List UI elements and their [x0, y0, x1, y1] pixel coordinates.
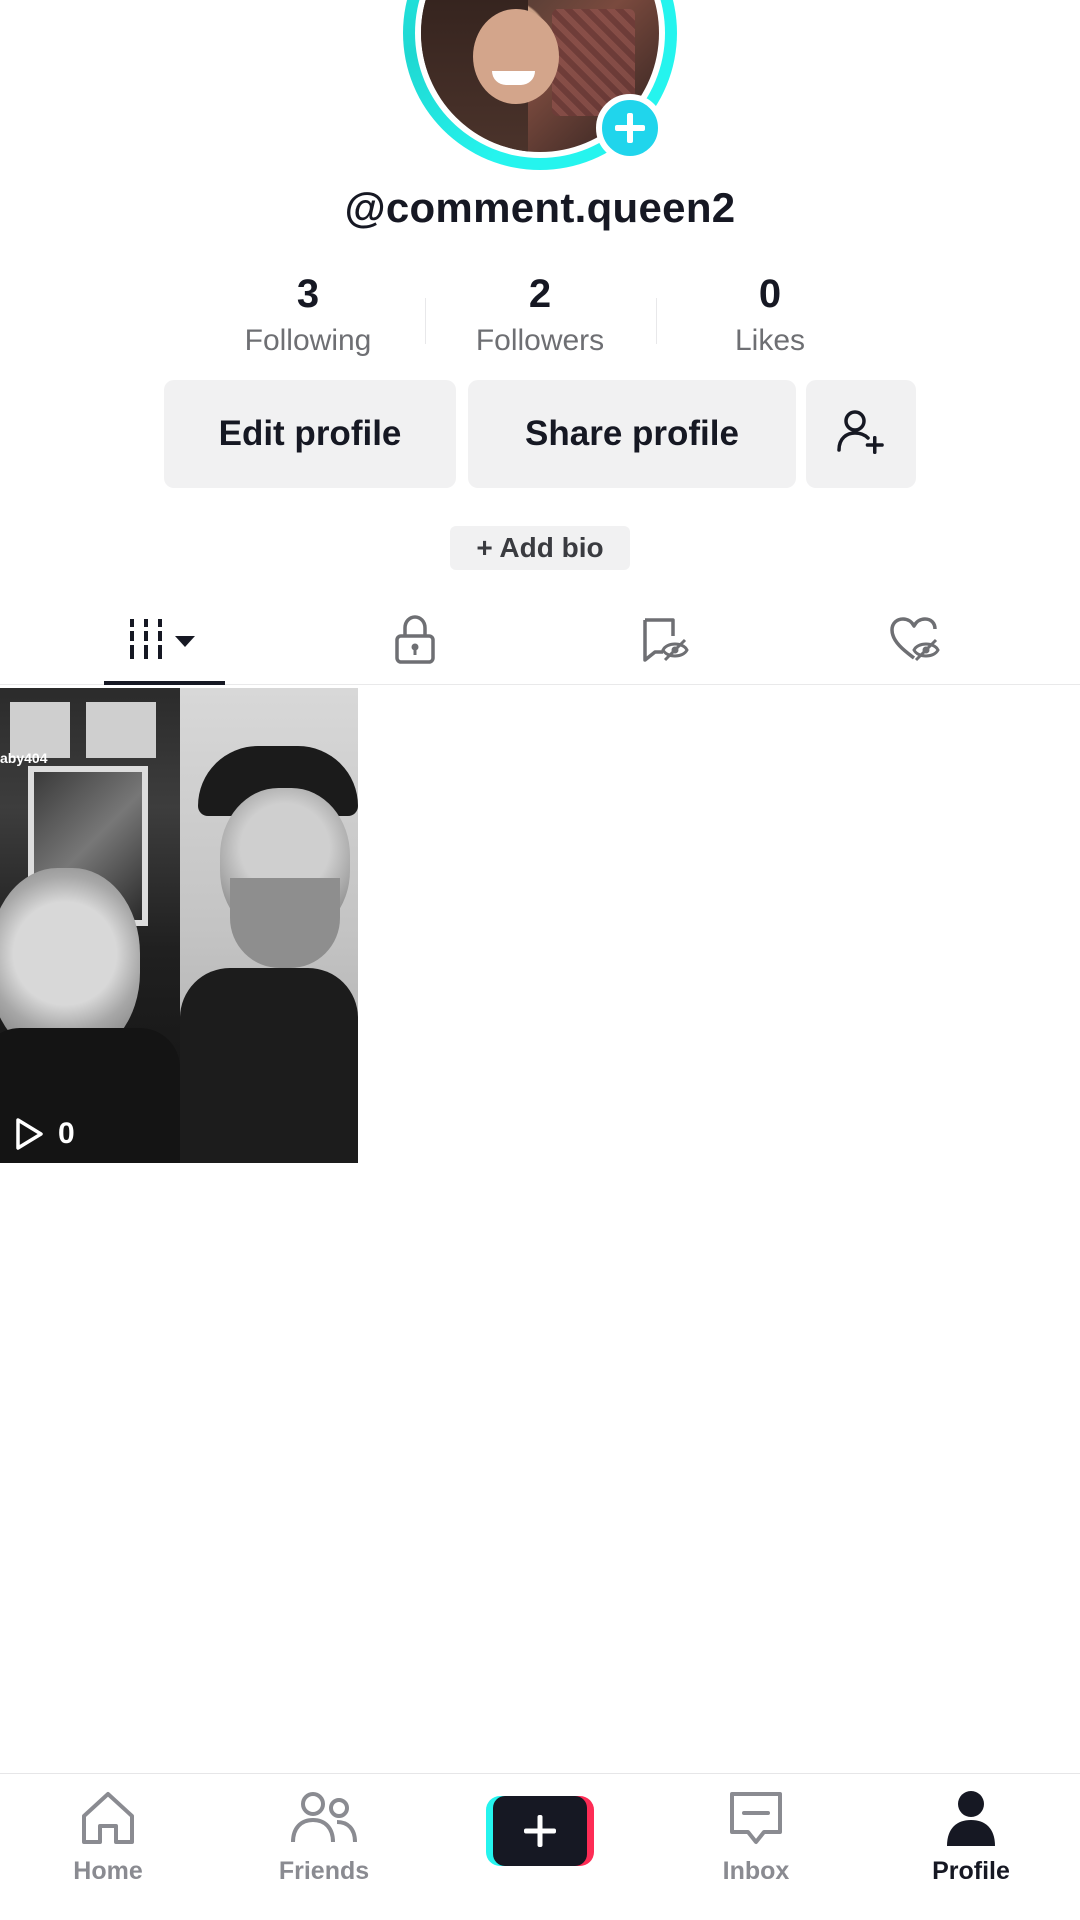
tab-private[interactable]: [290, 595, 540, 685]
stat-label: Followers: [475, 324, 605, 357]
nav-label: Inbox: [722, 1857, 790, 1885]
add-friends-button[interactable]: [806, 380, 916, 488]
nav-label: Profile: [932, 1857, 1010, 1885]
stat-likes[interactable]: 0 Likes: [660, 270, 880, 358]
stat-divider: [656, 298, 657, 344]
edit-profile-button[interactable]: Edit profile: [164, 380, 456, 488]
profile-username[interactable]: @comment.queen2: [0, 184, 1080, 232]
video-thumbnail[interactable]: aby404 0: [0, 688, 358, 1163]
tab-liked[interactable]: [790, 595, 1040, 685]
nav-label: Home: [73, 1857, 143, 1885]
hidden-heart-icon: [890, 617, 940, 662]
view-count: 0: [58, 1117, 75, 1150]
grid-icon: [130, 619, 195, 659]
play-icon: [16, 1118, 43, 1150]
inbox-icon: [730, 1792, 782, 1844]
nav-friends[interactable]: Friends: [249, 1788, 399, 1886]
video-watermark: aby404: [0, 750, 48, 766]
profile-icon: [947, 1791, 995, 1846]
active-tab-indicator: [104, 681, 225, 685]
nav-profile[interactable]: Profile: [896, 1788, 1046, 1886]
nav-home[interactable]: Home: [33, 1788, 183, 1886]
video-frame-right: [180, 688, 358, 1163]
tab-videos[interactable]: [40, 595, 290, 685]
hidden-repost-icon: [643, 618, 689, 662]
stat-value: 2: [528, 272, 552, 316]
profile-stats: 3 Following 2 Followers 0 Likes: [0, 270, 1080, 370]
stat-value: 3: [296, 272, 320, 316]
add-user-icon: [837, 410, 884, 454]
stat-label: Likes: [734, 324, 806, 357]
stat-divider: [425, 298, 426, 344]
lock-icon: [395, 615, 435, 664]
video-frame-left: aby404: [0, 688, 180, 1163]
share-profile-button[interactable]: Share profile: [468, 380, 796, 488]
content-tabs: [0, 595, 1080, 685]
stat-following[interactable]: 3 Following: [198, 270, 418, 358]
plus-icon: [615, 113, 645, 143]
add-bio-button[interactable]: + Add bio: [450, 526, 630, 570]
nav-label: Friends: [278, 1857, 370, 1885]
stat-value: 0: [758, 272, 782, 316]
home-icon: [82, 1792, 134, 1844]
plus-icon: [524, 1815, 556, 1847]
bottom-nav: Home Friends Inbox Profile: [0, 1773, 1080, 1920]
tab-reposts[interactable]: [540, 595, 790, 685]
friends-icon: [291, 1792, 357, 1843]
stat-followers[interactable]: 2 Followers: [430, 270, 650, 358]
stat-label: Following: [244, 324, 372, 357]
create-button[interactable]: [486, 1796, 594, 1866]
chevron-down-icon: [175, 636, 195, 647]
add-avatar-button[interactable]: [596, 94, 664, 162]
nav-inbox[interactable]: Inbox: [681, 1788, 831, 1886]
video-view-count: 0: [14, 1117, 75, 1151]
